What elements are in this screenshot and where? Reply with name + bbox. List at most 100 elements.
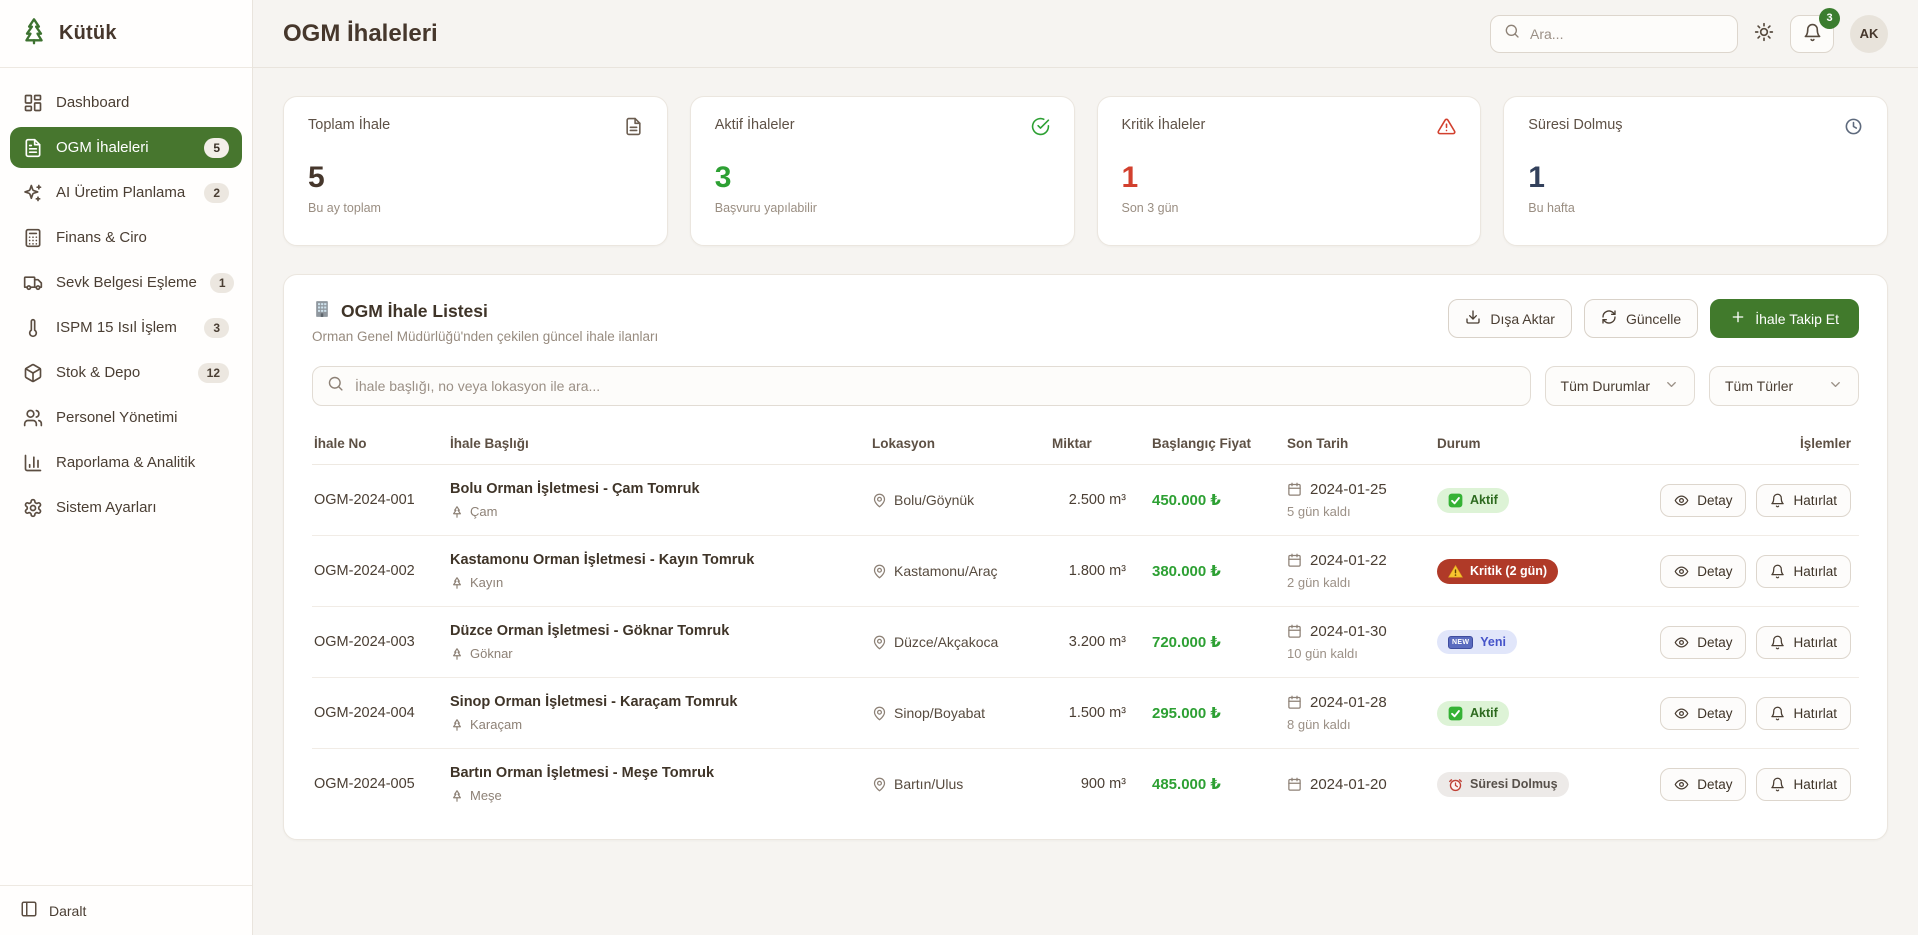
- sidebar-item-dashboard[interactable]: Dashboard: [10, 82, 242, 123]
- tender-status-cell: Aktif: [1429, 685, 1629, 742]
- remind-label: Hatırlat: [1793, 564, 1837, 579]
- deadline-date: 2024-01-30: [1310, 623, 1387, 640]
- tender-row: OGM-2024-003 Düzce Orman İşletmesi - Gök…: [312, 607, 1859, 678]
- tender-status-cell: Aktif: [1429, 472, 1629, 529]
- column-header: Lokasyon: [864, 426, 1044, 465]
- detail-button[interactable]: Detay: [1660, 768, 1746, 801]
- sidebar-item-label: Raporlama & Analitik: [56, 454, 195, 471]
- chevron-down-icon: [1664, 377, 1679, 395]
- sidebar-item-finans-ciro[interactable]: Finans & Ciro: [10, 217, 242, 258]
- status-badge: Kritik (2 gün): [1437, 559, 1558, 584]
- tender-no: OGM-2024-005: [312, 760, 442, 808]
- sidebar-item-ai-uretim[interactable]: AI Üretim Planlama2: [10, 172, 242, 213]
- days-left: 10 gün kaldı: [1287, 646, 1421, 661]
- deadline-date: 2024-01-20: [1310, 776, 1387, 793]
- tender-location: Düzce/Akçakoca: [864, 618, 1044, 666]
- table-search-input[interactable]: [355, 378, 1516, 394]
- detail-button[interactable]: Detay: [1660, 484, 1746, 517]
- tender-quantity: 2.500 m³: [1044, 476, 1144, 524]
- tender-species: Kayın: [450, 575, 856, 590]
- remind-button[interactable]: Hatırlat: [1756, 697, 1851, 730]
- tender-location: Sinop/Boyabat: [864, 689, 1044, 737]
- status-badge: Aktif: [1437, 701, 1509, 726]
- remind-button[interactable]: Hatırlat: [1756, 768, 1851, 801]
- sidebar-item-badge: 2: [204, 183, 229, 203]
- tender-species: Göknar: [450, 646, 856, 661]
- export-label: Dışa Aktar: [1490, 311, 1555, 327]
- status-filter-label: Tüm Durumlar: [1561, 378, 1650, 394]
- table-search: [312, 366, 1531, 406]
- sidebar-item-ogm-ihaleleri[interactable]: OGM İhaleleri5: [10, 127, 242, 168]
- header-actions: 3 AK: [1490, 15, 1888, 53]
- tender-deadline: 2024-01-28 8 gün kaldı: [1279, 678, 1429, 748]
- tender-actions: Detay Hatırlat: [1629, 468, 1859, 533]
- species-label: Karaçam: [470, 717, 522, 732]
- bell-icon: [1770, 706, 1785, 721]
- stat-sublabel: Son 3 gün: [1122, 201, 1457, 215]
- sidebar-item-sevk-belgesi[interactable]: Sevk Belgesi Eşleme1: [10, 262, 242, 303]
- detail-button[interactable]: Detay: [1660, 697, 1746, 730]
- header: OGM İhaleleri 3: [253, 0, 1918, 68]
- deadline-date: 2024-01-22: [1310, 552, 1387, 569]
- export-button[interactable]: Dışa Aktar: [1448, 299, 1572, 338]
- type-filter-label: Tüm Türler: [1725, 378, 1793, 394]
- deadline-date: 2024-01-28: [1310, 694, 1387, 711]
- search-icon: [1504, 23, 1520, 44]
- status-filter-select[interactable]: Tüm Durumlar: [1545, 366, 1695, 406]
- status-badge: Süresi Dolmuş: [1437, 772, 1569, 797]
- tender-title: Kastamonu Orman İşletmesi - Kayın Tomruk: [450, 552, 856, 568]
- tender-deadline: 2024-01-30 10 gün kaldı: [1279, 607, 1429, 677]
- remind-button[interactable]: Hatırlat: [1756, 555, 1851, 588]
- tender-title: Sinop Orman İşletmesi - Karaçam Tomruk: [450, 694, 856, 710]
- stat-label: Süresi Dolmuş: [1528, 117, 1622, 133]
- list-subtitle: Orman Genel Müdürlüğü'nden çekilen günce…: [312, 329, 658, 344]
- sidebar-collapse-button[interactable]: Daralt: [0, 885, 252, 935]
- tender-species: Karaçam: [450, 717, 856, 732]
- tender-actions: Detay Hatırlat: [1629, 539, 1859, 604]
- global-search-input[interactable]: [1530, 26, 1724, 42]
- thermometer-icon: [23, 318, 43, 338]
- tender-row: OGM-2024-001 Bolu Orman İşletmesi - Çam …: [312, 465, 1859, 536]
- stat-card-1: Aktif İhaleler 3 Başvuru yapılabilir: [690, 96, 1075, 246]
- tender-actions: Detay Hatırlat: [1629, 752, 1859, 817]
- track-tender-button[interactable]: İhale Takip Et: [1710, 299, 1859, 338]
- tender-status-cell: Süresi Dolmuş: [1429, 756, 1629, 813]
- sidebar-item-sistem-ayarlari[interactable]: Sistem Ayarları: [10, 487, 242, 528]
- sidebar-item-ispm-isil-islem[interactable]: ISPM 15 Isıl İşlem3: [10, 307, 242, 348]
- theme-toggle-button[interactable]: [1754, 22, 1774, 45]
- column-header: Son Tarih: [1279, 426, 1429, 465]
- remind-button[interactable]: Hatırlat: [1756, 484, 1851, 517]
- remind-button[interactable]: Hatırlat: [1756, 626, 1851, 659]
- alert-triangle-icon: [1437, 117, 1456, 141]
- tender-species: Meşe: [450, 788, 856, 803]
- tender-no: OGM-2024-003: [312, 618, 442, 666]
- tender-price: 450.000 ₺: [1144, 475, 1279, 525]
- detail-button[interactable]: Detay: [1660, 626, 1746, 659]
- refresh-button[interactable]: Güncelle: [1584, 299, 1698, 338]
- detail-button[interactable]: Detay: [1660, 555, 1746, 588]
- tender-price: 720.000 ₺: [1144, 617, 1279, 667]
- remind-label: Hatırlat: [1793, 493, 1837, 508]
- avatar[interactable]: AK: [1850, 15, 1888, 53]
- sidebar: Kütük DashboardOGM İhaleleri5AI Üretim P…: [0, 0, 253, 935]
- notifications-button[interactable]: 3: [1790, 15, 1834, 53]
- column-header: Miktar: [1044, 426, 1144, 465]
- status-label: Aktif: [1470, 706, 1498, 720]
- type-filter-select[interactable]: Tüm Türler: [1709, 366, 1859, 406]
- tender-no: OGM-2024-004: [312, 689, 442, 737]
- sidebar-item-label: Finans & Ciro: [56, 229, 147, 246]
- refresh-icon: [1601, 309, 1617, 328]
- column-header: İhale No: [312, 426, 442, 465]
- document-icon: [624, 117, 643, 141]
- species-label: Kayın: [470, 575, 503, 590]
- sidebar-item-badge: 5: [204, 138, 229, 158]
- sidebar-item-stok-depo[interactable]: Stok & Depo12: [10, 352, 242, 393]
- bell-icon: [1770, 635, 1785, 650]
- notification-count-badge: 3: [1819, 8, 1840, 29]
- sidebar-item-personel[interactable]: Personel Yönetimi: [10, 397, 242, 438]
- eye-icon: [1674, 635, 1689, 650]
- table-header-row: İhale Noİhale BaşlığıLokasyonMiktarBaşla…: [312, 426, 1859, 465]
- column-header: İhale Başlığı: [442, 426, 864, 465]
- sidebar-nav: DashboardOGM İhaleleri5AI Üretim Planlam…: [0, 68, 252, 885]
- sidebar-item-raporlama[interactable]: Raporlama & Analitik: [10, 442, 242, 483]
